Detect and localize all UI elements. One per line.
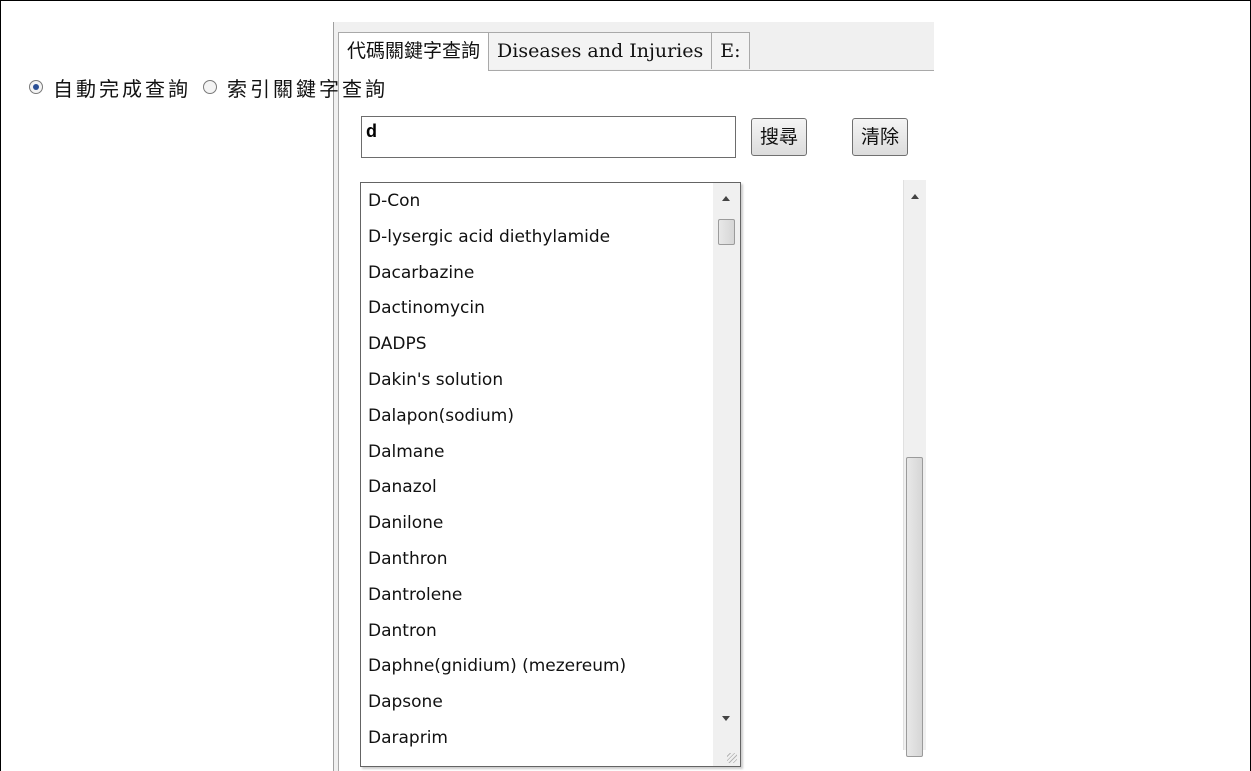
search-input[interactable]: d [361,116,736,158]
scroll-up-arrow-icon[interactable] [911,194,919,199]
list-item[interactable]: Dantron [361,613,711,649]
radio-index-keyword-label[interactable]: 索引關鍵字查詢 [227,73,388,102]
list-item[interactable]: Danazol [361,469,711,505]
list-item[interactable]: Danilone [361,505,711,541]
scroll-down-arrow-icon[interactable] [722,716,730,721]
list-item[interactable]: Daphne(gnidium) (mezereum) [361,648,711,684]
autocomplete-list: D-Con D-lysergic acid diethylamide Dacar… [361,183,711,756]
list-item[interactable]: D-lysergic acid diethylamide [361,219,711,255]
tab-bar: 代碼關鍵字查詢 Diseases and Injuries E: [338,32,750,71]
list-item[interactable]: Dacarbazine [361,255,711,291]
autocomplete-scrollbar[interactable] [713,183,740,766]
list-item[interactable]: Dapsone [361,684,711,720]
search-button[interactable]: 搜尋 [751,118,808,156]
list-item[interactable]: Dalapon(sodium) [361,398,711,434]
radio-unselected-icon[interactable] [203,80,217,94]
autocomplete-dropdown: D-Con D-lysergic acid diethylamide Dacar… [360,182,741,767]
results-scrollbar[interactable] [903,180,926,757]
list-item[interactable]: D-Con [361,183,711,219]
list-item[interactable]: Dalmane [361,434,711,470]
tab-external-causes[interactable]: E: [711,32,750,69]
autocomplete-scroll-thumb[interactable] [718,219,735,245]
resize-grip-icon[interactable] [727,753,737,763]
list-item[interactable]: DADPS [361,326,711,362]
list-item[interactable]: Dakin's solution [361,362,711,398]
list-item[interactable]: Dactinomycin [361,290,711,326]
radio-selected-icon[interactable] [29,80,43,94]
tab-code-keyword-search[interactable]: 代碼關鍵字查詢 [338,32,490,71]
list-item[interactable]: Dantrolene [361,577,711,613]
clear-button[interactable]: 清除 [852,118,909,156]
radio-autocomplete-label[interactable]: 自動完成查詢 [53,73,191,102]
results-scroll-thumb[interactable] [906,457,923,757]
search-mode-group: 自動完成查詢 索引關鍵字查詢 [29,72,400,102]
tab-diseases-and-injuries[interactable]: Diseases and Injuries [488,32,713,69]
list-item[interactable]: Danthron [361,541,711,577]
list-item[interactable]: Daraprim [361,720,711,756]
scroll-up-arrow-icon[interactable] [722,196,730,201]
